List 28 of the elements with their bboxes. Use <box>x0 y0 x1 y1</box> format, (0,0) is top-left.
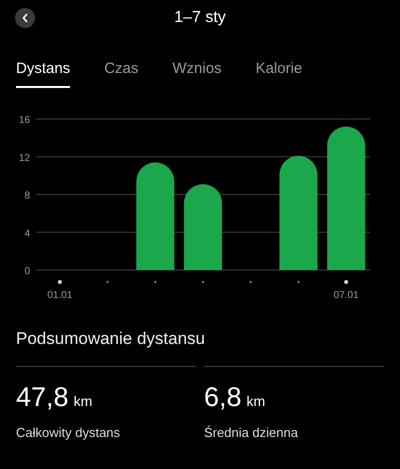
tick-dot <box>250 281 252 283</box>
tick-dot <box>154 281 156 283</box>
x-tick-label: 07.01 <box>334 289 359 303</box>
tick-dot <box>297 281 300 283</box>
stat-label: Średnia dzienna <box>204 424 299 442</box>
stat-value: 6,8 <box>204 380 242 414</box>
tick-dot <box>202 281 204 283</box>
tick-dot <box>106 281 109 283</box>
tab[interactable]: Kalorie <box>256 52 302 88</box>
tab[interactable]: Czas <box>104 52 138 88</box>
y-tick-label: 8 <box>24 190 30 202</box>
stat-unit: km <box>74 392 92 410</box>
stat-unit: km <box>246 392 266 410</box>
tab[interactable]: Dystans <box>16 52 70 88</box>
y-tick-label: 4 <box>24 228 30 240</box>
date-range-title: 1–7 sty <box>174 8 226 28</box>
back-button[interactable] <box>15 8 35 28</box>
tab[interactable]: Wznios <box>172 52 222 88</box>
tick-dot <box>344 280 348 284</box>
y-tick-label: 0 <box>24 266 30 277</box>
stat-value: 47,8 <box>16 380 69 414</box>
back-icon <box>21 13 29 23</box>
summary-title: Podsumowanie dystansu <box>16 328 206 350</box>
y-tick-label: 12 <box>18 152 30 164</box>
x-tick-label: 01.01 <box>47 289 72 303</box>
stat-label: Całkowity dystans <box>16 424 122 442</box>
y-tick-label: 16 <box>18 115 30 126</box>
tick-dot <box>58 280 62 284</box>
